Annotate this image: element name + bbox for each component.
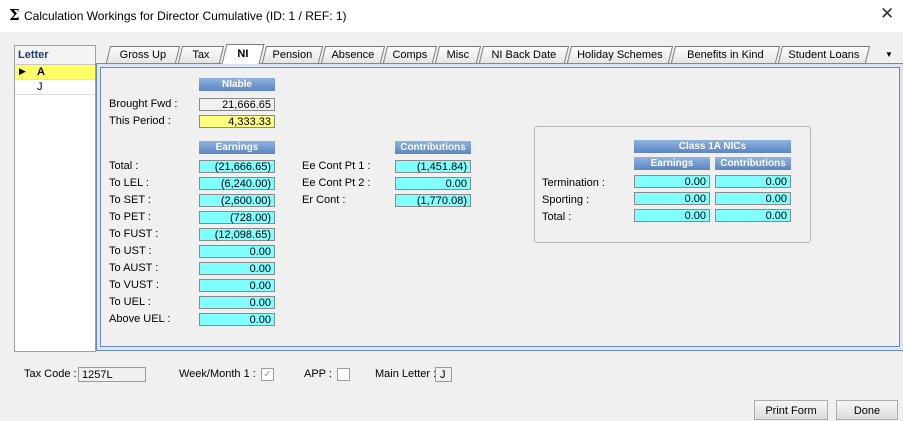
tab-overflow-icon[interactable]: ▼ [885, 50, 893, 59]
letter-value: A [37, 66, 45, 78]
class1a-row-label: Termination : [542, 177, 605, 189]
tab-ni-back-date[interactable]: NI Back Date [478, 46, 570, 63]
tax-code-field: 1257L [78, 367, 146, 382]
letter-row-j[interactable]: J [15, 80, 95, 95]
earnings-field: (2,600.00) [199, 194, 275, 207]
class1a-contributions-header: Contributions [715, 157, 791, 170]
class1a-row-label: Total : [542, 211, 572, 223]
letter-list[interactable]: Letter ▶ A J [14, 45, 96, 352]
earnings-field: (728.00) [199, 211, 275, 224]
class1a-contributions-field: 0.00 [715, 192, 791, 205]
close-icon[interactable]: ✕ [880, 5, 894, 23]
letter-list-header: Letter [15, 46, 95, 65]
main-letter-label: Main Letter : [375, 368, 437, 380]
tab-misc[interactable]: Misc [434, 46, 482, 63]
contribution-label: Ee Cont Pt 1 : [302, 160, 371, 172]
earnings-label: To FUST : [109, 228, 159, 240]
class1a-header: Class 1A NICs [634, 140, 791, 153]
tab-absence[interactable]: Absence [320, 46, 386, 63]
done-button[interactable]: Done [836, 400, 898, 420]
earnings-field: (6,240.00) [199, 177, 275, 190]
earnings-label: To LEL : [109, 177, 149, 189]
contribution-field: (1,451.84) [395, 160, 471, 173]
tab-ni[interactable]: NI [221, 44, 265, 64]
contributions-header: Contributions [395, 141, 471, 154]
tab-holiday-schemes[interactable]: Holiday Schemes [566, 46, 674, 63]
niable-header: NIable [199, 78, 275, 91]
week-month-label: Week/Month 1 : [179, 368, 256, 380]
earnings-field: 0.00 [199, 262, 275, 275]
this-period-label: This Period : [109, 115, 171, 127]
letter-row-a[interactable]: ▶ A [15, 65, 95, 80]
tab-gross-up[interactable]: Gross Up [105, 46, 181, 63]
row-selector-icon: ▶ [19, 66, 26, 76]
earnings-label: To VUST : [109, 279, 159, 291]
title-bar: Σ Calculation Workings for Director Cumu… [0, 0, 903, 32]
brought-fwd-field: 21,666.65 [199, 98, 275, 111]
tax-code-label: Tax Code : [24, 368, 77, 380]
tab-tax[interactable]: Tax [177, 46, 225, 63]
class1a-earnings-field: 0.00 [634, 175, 710, 188]
earnings-field: 0.00 [199, 296, 275, 309]
class1a-group: Class 1A NICs Earnings Contributions Ter… [534, 126, 811, 243]
tab-strip: Gross Up Tax NI Pension Absence Comps Mi… [98, 44, 903, 64]
earnings-label: Total : [109, 160, 139, 172]
earnings-label: To UEL : [109, 296, 151, 308]
earnings-field: 0.00 [199, 245, 275, 258]
contribution-label: Er Cont : [302, 194, 346, 206]
tab-pension[interactable]: Pension [261, 46, 324, 63]
class1a-row-label: Sporting : [542, 194, 590, 206]
letter-value: J [37, 81, 43, 93]
earnings-header: Earnings [199, 141, 275, 154]
contribution-label: Ee Cont Pt 2 : [302, 177, 371, 189]
ni-inner-panel: NIable Brought Fwd : 21,666.65 This Peri… [100, 67, 900, 347]
contribution-field: (1,770.08) [395, 194, 471, 207]
tab-comps[interactable]: Comps [382, 46, 438, 63]
class1a-earnings-field: 0.00 [634, 192, 710, 205]
class1a-contributions-field: 0.00 [715, 175, 791, 188]
class1a-contributions-field: 0.00 [715, 209, 791, 222]
earnings-label: To SET : [109, 194, 151, 206]
ni-tab-panel: NIable Brought Fwd : 21,666.65 This Peri… [96, 63, 903, 351]
class1a-earnings-field: 0.00 [634, 209, 710, 222]
earnings-field: (21,666.65) [199, 160, 275, 173]
window-title: Calculation Workings for Director Cumula… [24, 9, 347, 23]
sigma-icon: Σ [9, 6, 20, 24]
tab-student-loans[interactable]: Student Loans [777, 46, 871, 63]
earnings-label: Above UEL : [109, 313, 171, 325]
earnings-field: (12,098.65) [199, 228, 275, 241]
this-period-field[interactable]: 4,333.33 [199, 115, 275, 128]
app-label: APP : [304, 368, 332, 380]
brought-fwd-label: Brought Fwd : [109, 98, 178, 110]
earnings-label: To PET : [109, 211, 151, 223]
week-month-checkbox[interactable]: ✓ [261, 368, 274, 381]
app-checkbox[interactable] [337, 368, 350, 381]
contribution-field: 0.00 [395, 177, 471, 190]
earnings-field: 0.00 [199, 279, 275, 292]
class1a-earnings-header: Earnings [634, 157, 710, 170]
main-letter-field: J [435, 367, 452, 382]
print-form-button[interactable]: Print Form [754, 400, 828, 420]
earnings-field: 0.00 [199, 313, 275, 326]
earnings-label: To AUST : [109, 262, 159, 274]
earnings-label: To UST : [109, 245, 152, 257]
tab-benefits-in-kind[interactable]: Benefits in Kind [670, 46, 781, 63]
